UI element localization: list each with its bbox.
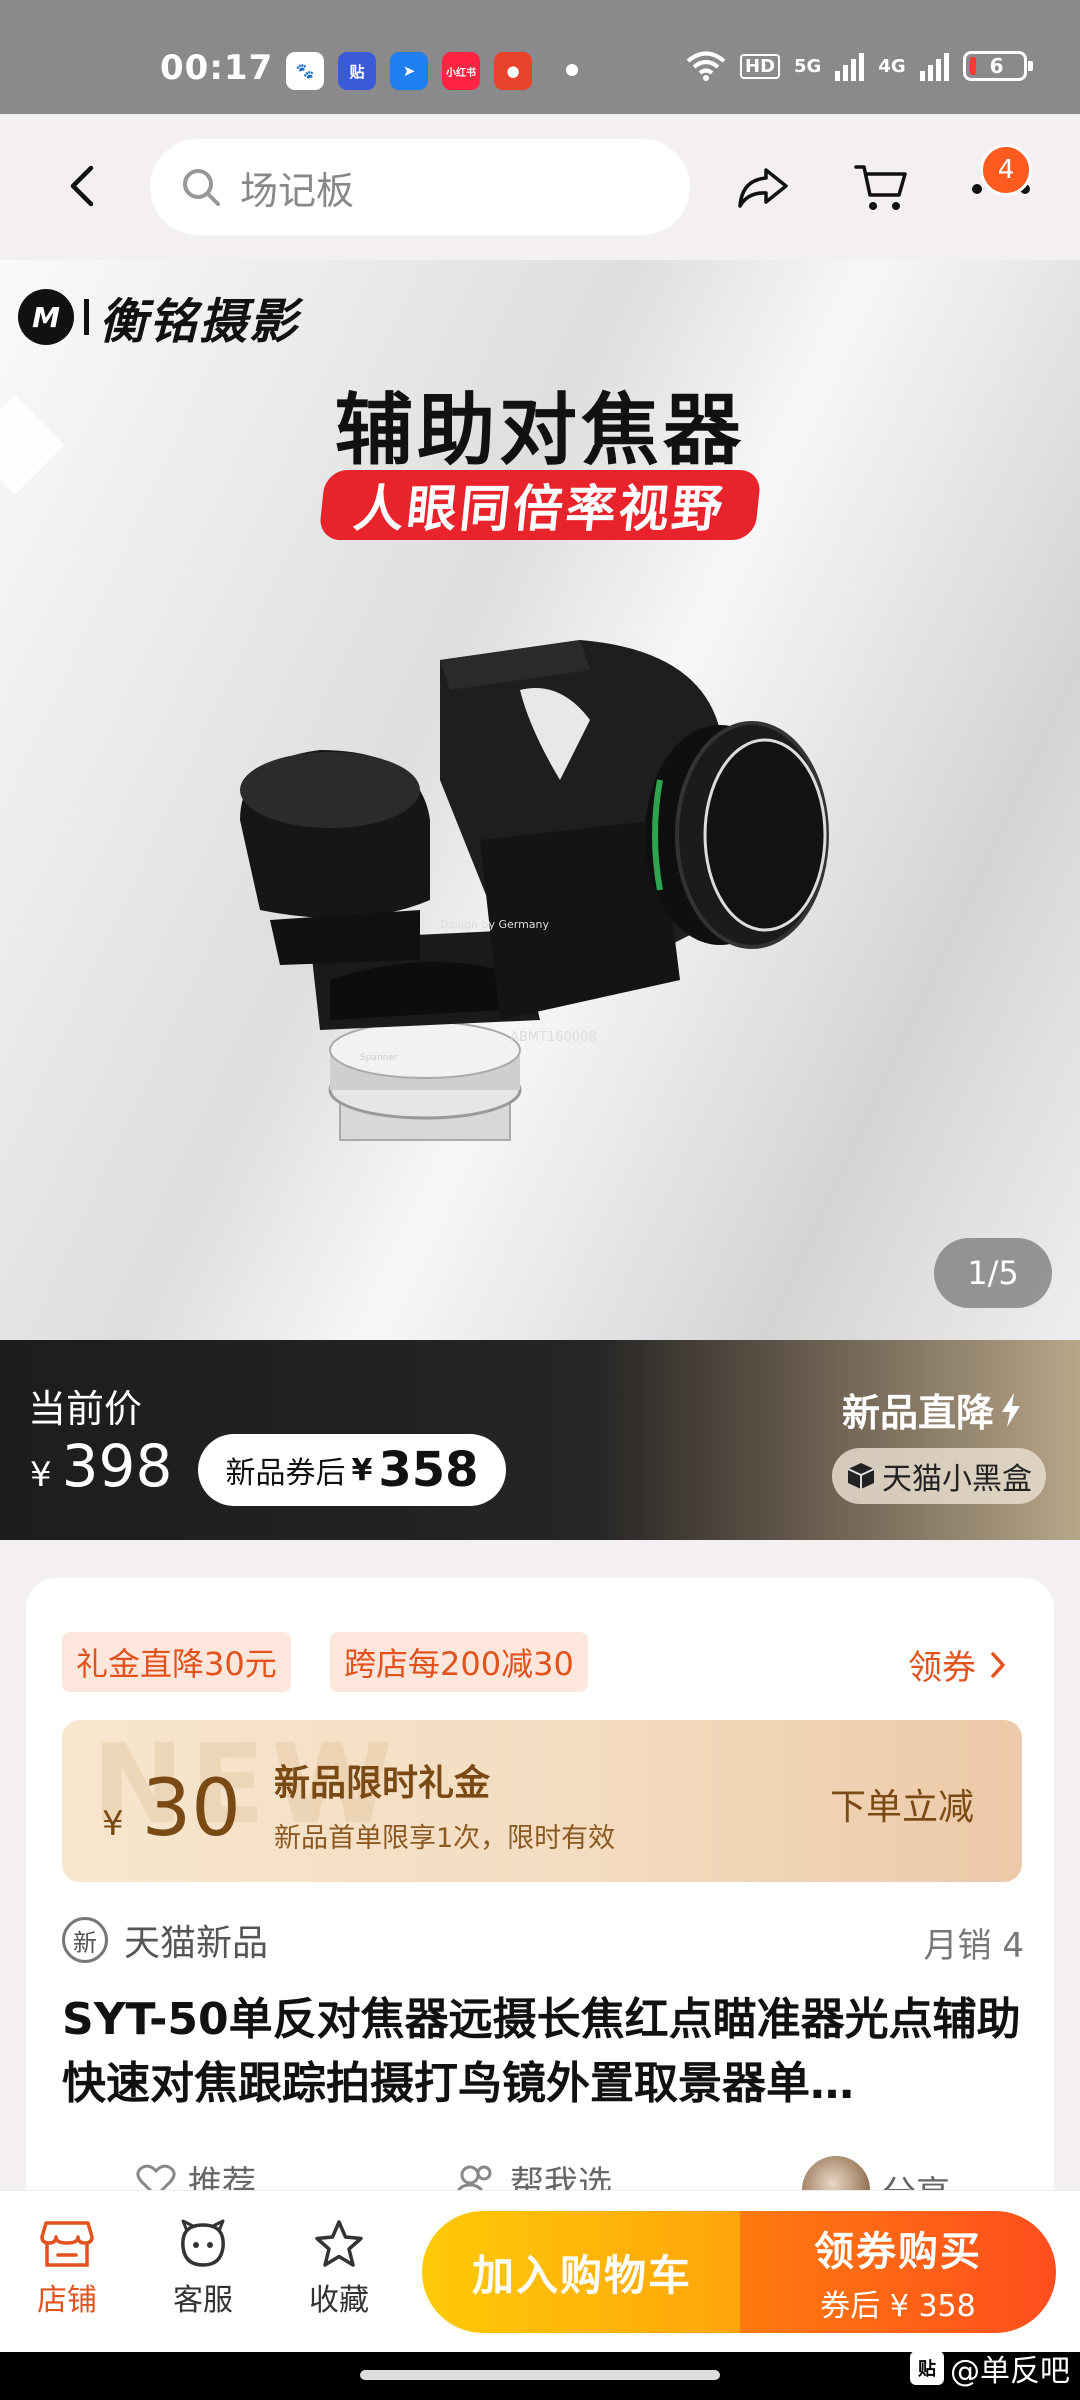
hd-label: HD [740,53,781,79]
star-icon [315,2220,363,2267]
status-time: 00:17 [160,48,274,88]
coupon-price-pill: 新品券后 ¥ 358 [198,1434,506,1506]
wifi-icon [686,51,726,81]
lightning-icon [1002,1392,1021,1427]
coupon-price-value: 358 [378,1442,479,1498]
shop-icon [40,2221,94,2267]
product-source: 新 天猫新品 [62,1914,268,1966]
arrow-app-icon: ➤ [390,52,428,90]
game-app-icon: ● [494,52,532,90]
battery-icon: 6 [962,51,1033,81]
gift-amount-value: 30 [141,1764,241,1854]
product-image-gallery[interactable]: M 衡铭摄影 辅助对焦器 人眼同倍率视野 Design by Germany A… [0,260,1080,1340]
device-text-2: ABMT160008 [510,1030,597,1045]
signal-4g-icon [919,51,949,81]
gift-title: 新品限时礼金 [274,1763,491,1804]
favorite-button[interactable]: 收藏 [284,2219,394,2319]
device-text-3: Spanner [360,1053,398,1063]
coupon-currency-symbol: ¥ [351,1452,373,1488]
xiaohongshu-app-icon: 小红书 [442,52,480,90]
gift-amount: ¥ 30 [102,1764,241,1854]
source-name: 天猫新品 [124,1923,269,1964]
more-dot-icon [972,184,982,194]
price-bar: 当前价 ¥ 398 新品券后 ¥ 358 新品直降 天猫小黑盒 [0,1340,1080,1540]
tmall-black-box-badge[interactable]: 天猫小黑盒 [832,1448,1046,1504]
gift-currency-symbol: ¥ [102,1804,124,1844]
claim-coupon-link[interactable]: 领券 [908,1640,1006,1689]
coupon-price-label: 新品券后 [225,1456,346,1491]
buy-button-subtitle: 券后 ¥ 358 [820,2289,976,2324]
signal-5g-icon [835,51,865,81]
chevron-left-icon [70,165,94,207]
image-page-indicator: 1/5 [934,1238,1052,1308]
gift-money-banner[interactable]: NEW ¥ 30 新品限时礼金 新品首单限享1次，限时有效 下单立减 [62,1720,1022,1882]
cart-icon [854,165,907,210]
forum-watermark: 贴 @单反吧 [910,2346,1070,2390]
product-title: SYT-50单反对焦器远摄长焦红点瞄准器光点辅助快速对焦跟踪拍摄打鸟镜外置取景器… [62,1994,1021,2109]
battery-level: 6 [989,54,1004,78]
network-4g-label: 4G [878,55,906,77]
promo-tag[interactable]: 礼金直降30元 [62,1632,291,1692]
shop-button[interactable]: 店铺 [12,2219,122,2319]
home-indicator[interactable] [360,2370,720,2380]
status-app-icons: 🐾 贴 ➤ 小红书 ● [286,52,532,90]
box-icon [847,1463,875,1489]
promo-tag[interactable]: 跨店每200减30 [330,1632,588,1692]
new-drop-label: 新品直降 [842,1382,1022,1437]
currency-symbol: ¥ [30,1455,52,1495]
back-button[interactable] [52,156,112,216]
device-text-1: Design by Germany [440,918,550,931]
search-placeholder: 场记板 [240,168,355,213]
baidu-app-icon: 🐾 [286,52,324,90]
cart-button[interactable] [848,154,914,220]
shop-label: 店铺 [37,2283,97,2318]
buy-button-label: 领券购买 [814,2229,982,2275]
customer-service-icon [181,2219,225,2267]
new-product-icon: 新 [62,1917,108,1963]
search-icon [183,169,220,206]
gift-action-label: 下单立减 [830,1787,975,1828]
current-price-label: 当前价 [28,1387,143,1431]
bottom-action-bar: 店铺 客服 收藏 加入购物车 领券购买 券后 ¥ 358 [0,2190,1080,2352]
customer-service-label: 客服 [173,2283,233,2318]
monthly-sales: 月销 4 [923,1926,1024,1966]
product-info-card: 礼金直降30元 跨店每200减30 领券 NEW ¥ 30 新品限时礼金 新品首… [26,1578,1054,2218]
tieba-app-icon: 贴 [338,52,376,90]
black-box-label: 天猫小黑盒 [882,1462,1032,1497]
tieba-logo-icon: 贴 [910,2351,944,2385]
current-price-value: 398 [61,1432,173,1500]
network-5g-label: 5G [794,55,822,77]
customer-service-button[interactable]: 客服 [148,2219,258,2319]
favorite-label: 收藏 [309,2283,369,2318]
notification-dot-icon [566,64,578,76]
top-nav: 场记板 4 [0,114,1080,260]
watermark-text: @单反吧 [950,2354,1070,2389]
share-icon [738,168,788,208]
add-to-cart-button[interactable]: 加入购物车 [422,2211,742,2333]
search-input[interactable]: 场记板 [150,139,690,235]
focus-device-image: Design by Germany ABMT160008 Spanner [240,640,829,1141]
cart-badge: 4 [980,144,1032,196]
status-bar: 00:17 🐾 贴 ➤ 小红书 ● HD 5G 4G 6 [0,0,1080,114]
buy-with-coupon-button[interactable]: 领券购买 券后 ¥ 358 [740,2211,1056,2333]
gift-description: 新品首单限享1次，限时有效 [274,1823,616,1854]
status-indicators: HD 5G 4G 6 [686,50,1033,82]
share-button[interactable] [730,154,796,220]
claim-coupon-label: 领券 [908,1648,976,1688]
chevron-right-icon [991,1651,1005,1678]
current-price: ¥ 398 [30,1432,172,1500]
